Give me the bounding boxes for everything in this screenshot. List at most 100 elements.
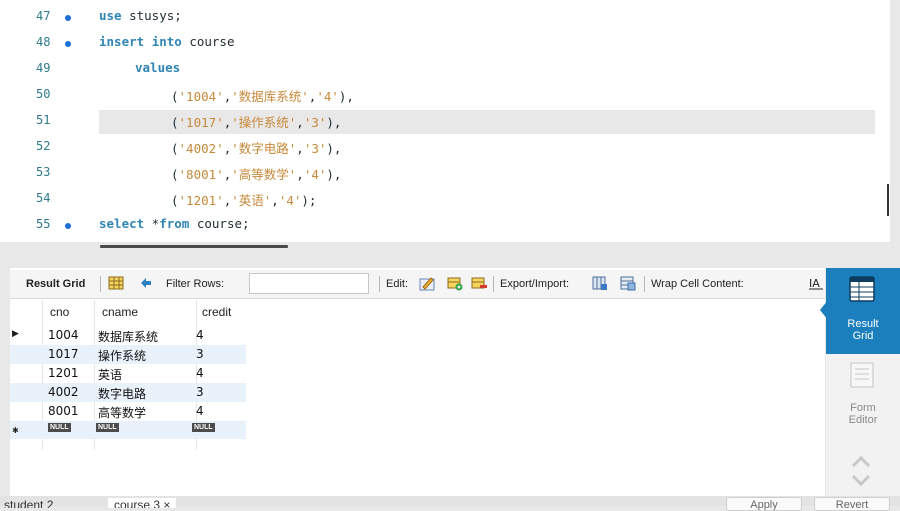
cell-cno[interactable]: 1017: [48, 347, 79, 361]
code-text: select *from course;: [99, 216, 250, 231]
code-line[interactable]: 50 ('1004','数据库系统','4'),: [0, 83, 890, 109]
code-line[interactable]: 53 ('8001','高等数学','4'),: [0, 161, 890, 187]
new-row[interactable]: ✱ NULL NULL NULL: [10, 421, 246, 439]
editor-horizontal-scrollbar[interactable]: [100, 245, 288, 248]
table-row[interactable]: ▶ 1004 数据库系统 4: [10, 326, 246, 345]
sql-string: '4': [278, 193, 302, 208]
side-scroll-chevrons-icon[interactable]: [850, 452, 872, 488]
statement-marker-icon[interactable]: [65, 223, 71, 229]
cell-credit[interactable]: 3: [196, 347, 204, 361]
current-row-arrow-icon: ▶: [12, 329, 19, 339]
code-line[interactable]: 47 use stusys;: [0, 5, 890, 31]
code-text: ('1017','操作系统','3'),: [171, 112, 341, 131]
table-row[interactable]: 1017 操作系统 3: [10, 345, 246, 364]
line-number: 47: [36, 9, 51, 23]
null-badge[interactable]: NULL: [96, 423, 119, 432]
statement-marker-icon[interactable]: [65, 15, 71, 21]
sql-string: '操作系统': [231, 115, 297, 130]
sql-string: '数字电路': [231, 141, 297, 156]
add-row-icon[interactable]: [447, 275, 463, 291]
import-icon[interactable]: [620, 275, 636, 291]
sql-string: '4': [303, 167, 327, 182]
tab-course-3[interactable]: course 3 ×: [108, 498, 177, 508]
code-line[interactable]: 52 ('4002','数字电路','3'),: [0, 135, 890, 161]
cell-cno[interactable]: 1004: [48, 328, 79, 342]
code-line[interactable]: 49 values: [0, 57, 890, 83]
line-number: 52: [36, 139, 51, 153]
cell-credit[interactable]: 4: [196, 366, 204, 380]
null-badge[interactable]: NULL: [48, 423, 71, 432]
code-line[interactable]: 55 select *from course;: [0, 213, 890, 239]
result-grid-icon: [849, 276, 875, 302]
cell-cno[interactable]: 8001: [48, 404, 79, 418]
cell-cname[interactable]: 高等数学: [98, 404, 146, 421]
cell-cname[interactable]: 英语: [98, 366, 122, 383]
delete-row-icon[interactable]: [471, 275, 487, 291]
sql-string: '4': [316, 89, 339, 104]
svg-text:IA: IA: [809, 277, 820, 290]
code-line[interactable]: 48 insert into course: [0, 31, 890, 57]
sql-text: (: [171, 141, 179, 156]
refresh-icon[interactable]: [138, 275, 154, 291]
toolbar-divider: [100, 276, 101, 292]
code-line[interactable]: 54 ('1201','英语','4');: [0, 187, 890, 213]
cell-credit[interactable]: 4: [196, 328, 204, 342]
toolbar-divider: [379, 276, 380, 292]
sql-keyword: select: [99, 216, 145, 231]
sql-text: ),: [326, 167, 342, 182]
sql-keyword: into: [151, 34, 182, 49]
line-number: 48: [36, 35, 51, 49]
sql-text: ,: [296, 115, 304, 130]
null-badge[interactable]: NULL: [192, 423, 215, 432]
line-number: 55: [36, 217, 51, 231]
table-row[interactable]: 8001 高等数学 4: [10, 402, 246, 421]
form-editor-icon: [850, 362, 874, 388]
side-form-editor-button[interactable]: Form Editor: [826, 356, 900, 436]
sql-text: stusys;: [121, 8, 182, 23]
cell-cno[interactable]: 1201: [48, 366, 79, 380]
sql-text: ),: [326, 141, 342, 156]
cell-cno[interactable]: 4002: [48, 385, 79, 399]
cell-cname[interactable]: 数字电路: [98, 385, 146, 402]
result-grid-tab[interactable]: Result Grid: [26, 278, 85, 290]
sql-text: (: [171, 193, 179, 208]
edit-label: Edit:: [386, 278, 409, 290]
table-row[interactable]: 4002 数字电路 3: [10, 383, 246, 402]
filter-rows-label: Filter Rows:: [166, 278, 225, 290]
export-icon[interactable]: [592, 275, 608, 291]
statement-marker-icon[interactable]: [65, 41, 71, 47]
revert-button[interactable]: Revert: [814, 497, 890, 511]
toolbar-divider: [493, 276, 494, 292]
apply-button[interactable]: Apply: [726, 497, 802, 511]
line-number: 53: [36, 165, 51, 179]
side-form-label-2: Editor: [848, 414, 878, 426]
grid-layout-icon[interactable]: [108, 275, 124, 291]
sql-string: '1004': [178, 89, 224, 104]
sql-text: course: [181, 34, 235, 49]
wrap-text-icon[interactable]: IA: [808, 275, 824, 291]
edit-row-icon[interactable]: [419, 275, 435, 291]
tab-student-2[interactable]: student 2: [4, 498, 53, 508]
code-line[interactable]: 51 ('1017','操作系统','3'),: [0, 109, 890, 135]
cell-credit[interactable]: 4: [196, 404, 204, 418]
table-row[interactable]: 1201 英语 4: [10, 364, 246, 383]
cell-cname[interactable]: 数据库系统: [98, 328, 158, 345]
column-header-cno[interactable]: cno: [50, 305, 69, 327]
editor-vertical-scrollbar[interactable]: [887, 184, 889, 216]
sql-keyword: use: [99, 8, 122, 23]
column-header-cname[interactable]: cname: [102, 305, 138, 327]
cell-cname[interactable]: 操作系统: [98, 347, 146, 364]
column-header-credit[interactable]: credit: [202, 305, 231, 327]
filter-rows-input[interactable]: [249, 273, 369, 294]
sql-editor[interactable]: 47 use stusys; 48 insert into course 49 value…: [0, 0, 890, 248]
close-icon[interactable]: ×: [163, 498, 170, 508]
cell-credit[interactable]: 3: [196, 385, 204, 399]
sql-text: (: [171, 115, 179, 130]
side-result-grid-button[interactable]: Result Grid: [826, 268, 900, 354]
code-text: insert into course: [99, 34, 234, 49]
new-row-asterisk-icon: ✱: [12, 426, 19, 435]
code-text: ('1201','英语','4');: [171, 190, 316, 209]
active-pointer: [820, 300, 828, 320]
sql-text: ),: [338, 89, 354, 104]
